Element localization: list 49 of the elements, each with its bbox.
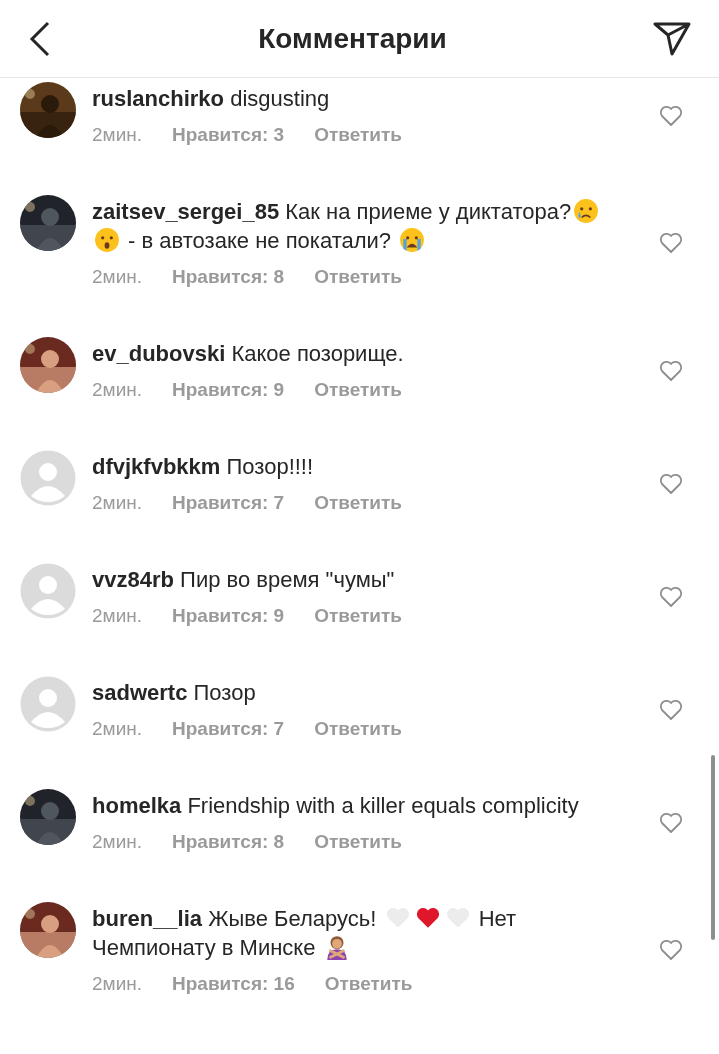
like-count[interactable]: Нравится: 16 bbox=[172, 972, 295, 996]
comment-time: 2мин. bbox=[92, 972, 142, 996]
reply-link[interactable]: Ответить bbox=[314, 123, 402, 147]
comment-text: sadwertc Позор bbox=[92, 679, 257, 707]
like-icon[interactable] bbox=[659, 811, 683, 834]
like-icon[interactable] bbox=[659, 359, 683, 382]
default-avatar-icon bbox=[20, 450, 76, 506]
like-count[interactable]: Нравится: 8 bbox=[172, 265, 285, 289]
comment-time: 2мин. bbox=[92, 378, 142, 402]
reply-link[interactable]: Ответить bbox=[314, 491, 402, 515]
back-icon[interactable] bbox=[28, 20, 52, 57]
like-icon[interactable] bbox=[659, 698, 683, 721]
comment-text: vvz84rb Пир во время "чумы" bbox=[92, 566, 396, 594]
reply-link[interactable]: Ответить bbox=[314, 830, 402, 854]
reply-link[interactable]: Ответить bbox=[314, 604, 402, 628]
like-icon[interactable] bbox=[659, 585, 683, 608]
like-icon[interactable] bbox=[659, 104, 683, 127]
like-count[interactable]: Нравится: 9 bbox=[172, 378, 285, 402]
like-count[interactable]: Нравится: 3 bbox=[172, 123, 285, 147]
comment-text: ruslanchirko disgusting bbox=[92, 85, 331, 113]
comment-time: 2мин. bbox=[92, 717, 142, 741]
reply-link[interactable]: Ответить bbox=[314, 717, 402, 741]
surprised-face-icon bbox=[94, 227, 120, 253]
like-count[interactable]: Нравится: 8 bbox=[172, 830, 285, 854]
comment-time: 2мин. bbox=[92, 604, 142, 628]
comment-time: 2мин. bbox=[92, 123, 142, 147]
page-title: Комментарии bbox=[258, 21, 447, 56]
crying-face-icon bbox=[573, 198, 600, 224]
comment-text: zaitsev_sergei_85 Как на приеме у диктатора? - в автозаке не покатали? bbox=[92, 197, 617, 255]
like-icon[interactable] bbox=[659, 939, 683, 961]
comment-time: 2мин. bbox=[92, 265, 142, 289]
like-count[interactable]: Нравится: 9 bbox=[172, 604, 285, 628]
comment-text: homelka Friendship with a killer equals complicity bbox=[92, 792, 580, 820]
comment-text: dfvjkfvbkkm Позор!!!! bbox=[92, 453, 315, 481]
like-count[interactable]: Нравится: 7 bbox=[172, 717, 285, 741]
default-avatar-icon bbox=[20, 676, 76, 732]
comment-time: 2мин. bbox=[92, 491, 142, 515]
sobbing-face-icon bbox=[399, 227, 426, 253]
reply-link[interactable]: Ответить bbox=[324, 972, 413, 996]
like-icon[interactable] bbox=[659, 232, 683, 254]
like-icon[interactable] bbox=[659, 472, 683, 495]
comment-time: 2мин. bbox=[92, 830, 142, 854]
reply-link[interactable]: Ответить bbox=[314, 265, 402, 289]
comment-text: buren__lia Жыве Беларусь! Нет Чемпионату в Минске bbox=[92, 904, 518, 962]
reply-link[interactable]: Ответить bbox=[314, 378, 402, 402]
send-icon[interactable] bbox=[653, 21, 691, 56]
like-count[interactable]: Нравится: 7 bbox=[172, 491, 285, 515]
comment-text: ev_dubovski Какое позорище. bbox=[92, 340, 405, 368]
default-avatar-icon bbox=[20, 563, 76, 619]
